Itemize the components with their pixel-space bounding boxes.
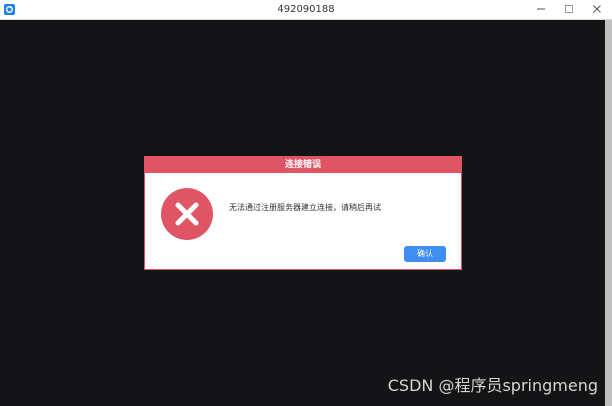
- dialog-message: 无法通过注册服务器建立连接，请稍后再试: [229, 203, 381, 212]
- window-edge: [605, 20, 612, 406]
- maximize-icon: [565, 5, 573, 13]
- title-bar: 492090188: [0, 0, 612, 20]
- dialog-header: 连接错误: [145, 157, 461, 173]
- window-title: 492090188: [277, 4, 335, 15]
- maximize-button[interactable]: [556, 0, 582, 19]
- watermark: CSDN @程序员springmeng: [387, 376, 598, 395]
- app-window: 492090188 连接错误 无法通过注册服务器建立连接，请稍后再试 确认 CS…: [0, 0, 612, 406]
- minimize-button[interactable]: [528, 0, 554, 19]
- dialog-title: 连接错误: [284, 160, 321, 170]
- error-x-icon: [161, 188, 213, 240]
- minimize-icon: [537, 8, 545, 10]
- confirm-button[interactable]: 确认: [404, 246, 446, 262]
- error-dialog: 连接错误 无法通过注册服务器建立连接，请稍后再试 确认: [144, 156, 462, 270]
- close-button[interactable]: [584, 0, 610, 19]
- close-icon: [593, 5, 601, 13]
